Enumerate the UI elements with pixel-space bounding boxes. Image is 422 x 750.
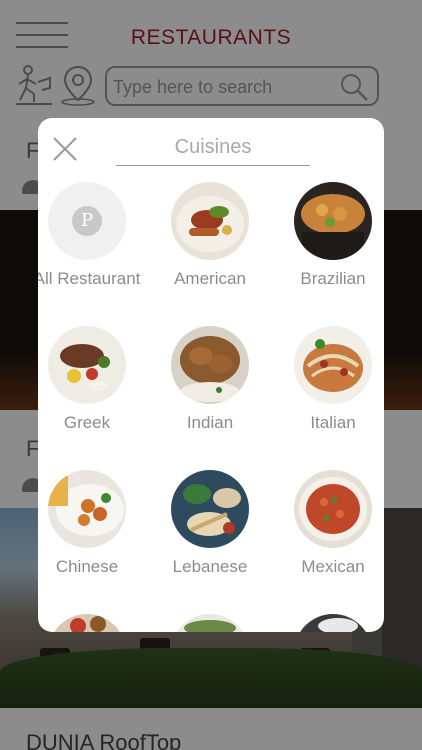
chinese-dish-image xyxy=(48,470,126,548)
dish-image xyxy=(171,614,249,632)
italian-dish-image xyxy=(294,326,372,404)
cuisine-american[interactable]: American xyxy=(155,182,265,289)
greek-dish-image xyxy=(48,326,126,404)
cuisine-mexican[interactable]: Mexican xyxy=(278,470,384,577)
cuisine-label: Italian xyxy=(310,413,356,432)
cuisine-label: Indian xyxy=(186,413,234,432)
cuisine-label: Greek xyxy=(63,413,111,432)
close-icon[interactable] xyxy=(52,136,78,162)
mexican-dish-image xyxy=(294,470,372,548)
cuisine-greek[interactable]: Greek xyxy=(38,326,142,433)
brand-badge: P xyxy=(72,206,102,236)
cuisine-lebanese[interactable]: Lebanese xyxy=(155,470,265,577)
all-restaurant-logo: P xyxy=(48,182,126,260)
cuisine-label: Lebanese xyxy=(172,557,248,576)
dish-image xyxy=(48,614,126,632)
cuisine-chinese[interactable]: Chinese xyxy=(38,470,142,577)
cuisine-label: Brazilian xyxy=(300,269,366,288)
cuisine-indian[interactable]: Indian xyxy=(155,326,265,433)
dialog-title: Cuisines xyxy=(116,136,310,166)
cuisine-label: Chinese xyxy=(55,557,119,576)
lebanese-dish-image xyxy=(171,470,249,548)
american-dish-image xyxy=(171,182,249,260)
cuisine-brazilian[interactable]: Brazilian xyxy=(278,182,384,289)
cuisine-all-restaurant[interactable]: P All Restaurant xyxy=(38,182,142,289)
cuisine-label: Mexican xyxy=(301,557,365,576)
cuisine-more[interactable] xyxy=(38,614,142,632)
cuisine-more[interactable] xyxy=(278,614,384,632)
cuisine-more[interactable] xyxy=(155,614,265,632)
cuisine-italian[interactable]: Italian xyxy=(278,326,384,433)
cuisine-label: American xyxy=(174,269,246,288)
cuisine-label: All Restaurant xyxy=(38,269,141,288)
indian-dish-image xyxy=(171,326,249,404)
brazilian-dish-image xyxy=(294,182,372,260)
cuisines-dialog: Cuisines P All Restaurant American Brazi… xyxy=(38,118,384,632)
dish-image xyxy=(294,614,372,632)
